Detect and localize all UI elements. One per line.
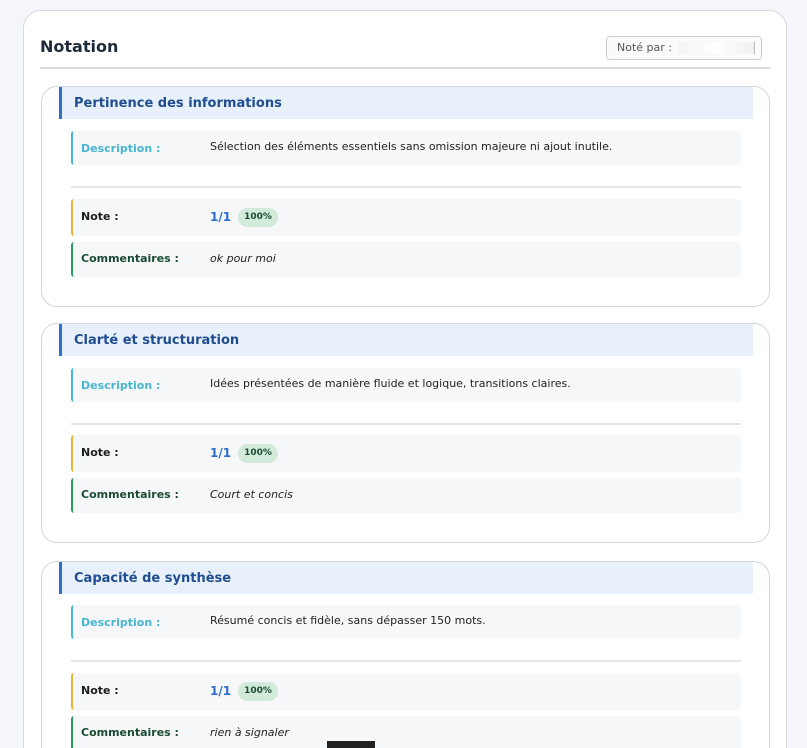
grader-field[interactable]: Noté par : bbox=[606, 36, 762, 60]
description-label: Description : bbox=[81, 379, 161, 392]
grading-header: Notation Noté par : bbox=[40, 33, 770, 69]
comment-text: rien à signaler bbox=[210, 726, 289, 739]
comment-label: Commentaires : bbox=[81, 726, 179, 739]
percent-badge: 100% bbox=[238, 682, 278, 701]
divider bbox=[71, 423, 741, 425]
divider bbox=[71, 186, 741, 188]
divider bbox=[71, 660, 741, 662]
criterion-title: Capacité de synthèse bbox=[59, 562, 753, 594]
comment-row: Commentaires : ok pour moi bbox=[71, 242, 741, 277]
note-label: Note : bbox=[81, 446, 119, 459]
note-row: Note : 1/1 100% bbox=[71, 199, 741, 236]
comment-text: Court et concis bbox=[210, 488, 293, 501]
description-row: Description : Idées présentées de manièr… bbox=[71, 368, 741, 402]
description-row: Description : Sélection des éléments ess… bbox=[71, 131, 741, 165]
description-text: Sélection des éléments essentiels sans o… bbox=[210, 140, 613, 153]
comment-row: Commentaires : rien à signaler bbox=[71, 716, 741, 748]
criterion-title: Pertinence des informations bbox=[59, 87, 753, 119]
criterion-card: Pertinence des informations Description … bbox=[41, 86, 770, 307]
description-row: Description : Résumé concis et fidèle, s… bbox=[71, 605, 741, 639]
criterion-card: Clarté et structuration Description : Id… bbox=[41, 323, 770, 543]
score-value: 1/1 bbox=[210, 210, 232, 224]
description-label: Description : bbox=[81, 142, 161, 155]
footer-badge bbox=[327, 741, 375, 748]
percent-badge: 100% bbox=[238, 208, 278, 227]
note-label: Note : bbox=[81, 210, 119, 223]
comment-label: Commentaires : bbox=[81, 488, 179, 501]
criterion-title: Clarté et structuration bbox=[59, 324, 753, 356]
percent-badge: 100% bbox=[238, 444, 278, 463]
score-value: 1/1 bbox=[210, 446, 232, 460]
note-row: Note : 1/1 100% bbox=[71, 673, 741, 710]
score-value: 1/1 bbox=[210, 684, 232, 698]
comment-row: Commentaires : Court et concis bbox=[71, 478, 741, 513]
note-label: Note : bbox=[81, 684, 119, 697]
comment-text: ok pour moi bbox=[210, 252, 276, 265]
criterion-card: Capacité de synthèse Description : Résum… bbox=[41, 561, 770, 748]
note-row: Note : 1/1 100% bbox=[71, 435, 741, 472]
description-label: Description : bbox=[81, 616, 161, 629]
grading-panel: Notation Noté par : Pertinence des infor… bbox=[23, 10, 787, 748]
grader-label: Noté par : bbox=[617, 41, 672, 54]
description-text: Idées présentées de manière fluide et lo… bbox=[210, 377, 571, 390]
page-title: Notation bbox=[40, 37, 119, 56]
description-text: Résumé concis et fidèle, sans dépasser 1… bbox=[210, 614, 486, 627]
grader-value-input[interactable] bbox=[679, 42, 755, 54]
comment-label: Commentaires : bbox=[81, 252, 179, 265]
